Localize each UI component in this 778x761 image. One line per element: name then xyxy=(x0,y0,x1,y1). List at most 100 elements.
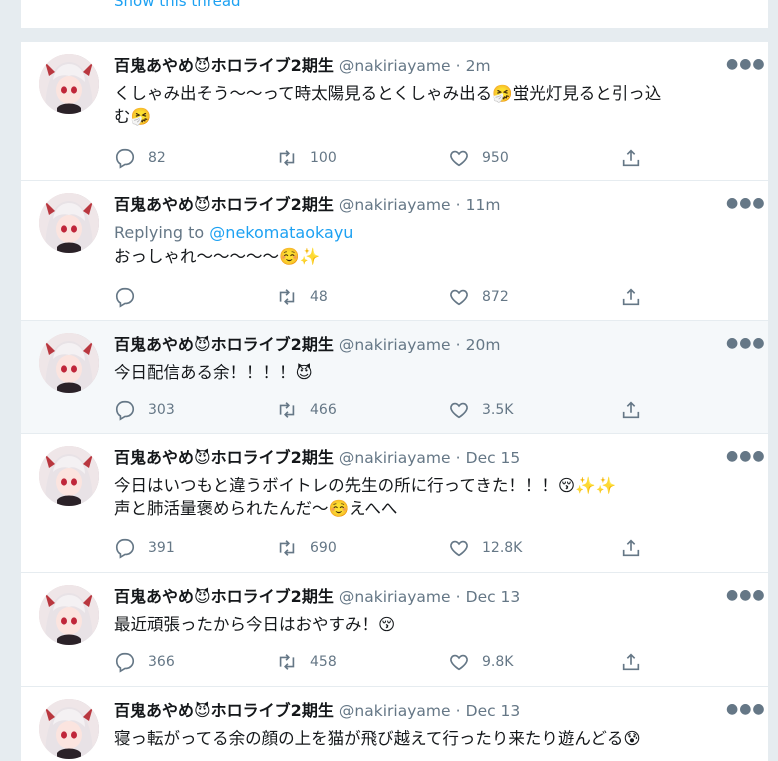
user-handle[interactable]: @nakiriayame xyxy=(339,57,451,75)
retweet-button[interactable]: 458 xyxy=(276,650,337,674)
timestamp[interactable]: Dec 13 xyxy=(466,588,521,606)
user-handle[interactable]: @nakiriayame xyxy=(339,336,451,354)
more-icon[interactable]: ●●● xyxy=(726,701,765,721)
user-handle[interactable]: @nakiriayame xyxy=(339,196,451,214)
tweet[interactable]: 百鬼あやめ😈ホロライブ2期生 @nakiriayame · 11m ●●● Re… xyxy=(21,180,768,320)
tweet-header: 百鬼あやめ😈ホロライブ2期生 @nakiriayame · Dec 13 xyxy=(114,701,520,721)
reply-icon xyxy=(115,287,135,308)
reply-button[interactable]: 391 xyxy=(114,536,175,560)
tweet-text-line: 今日はいつもと違うボイトレの先生の所に行ってきた！！！😚✨✨ xyxy=(114,476,617,495)
timestamp[interactable]: Dec 15 xyxy=(466,449,521,467)
tweet-actions: 366 458 9.8K xyxy=(114,650,674,674)
reply-count: 82 xyxy=(148,150,166,166)
reply-button[interactable]: 82 xyxy=(114,146,166,170)
timestamp[interactable]: 11m xyxy=(466,196,501,214)
tweet[interactable]: 百鬼あやめ😈ホロライブ2期生 @nakiriayame · Dec 15 ●●●… xyxy=(21,433,768,572)
avatar[interactable] xyxy=(39,585,99,645)
replying-to: Replying to @nekomataokayu xyxy=(114,221,744,245)
tweet[interactable]: 百鬼あやめ😈ホロライブ2期生 @nakiriayame · Dec 13 ●●●… xyxy=(21,686,768,761)
display-name[interactable]: 百鬼あやめ😈ホロライブ2期生 xyxy=(114,195,334,214)
tweet[interactable]: 百鬼あやめ😈ホロライブ2期生 @nakiriayame · 2m ●●● くしゃ… xyxy=(21,41,768,180)
avatar-image xyxy=(39,333,99,393)
user-handle[interactable]: @nakiriayame xyxy=(339,449,451,467)
like-button[interactable]: 12.8K xyxy=(448,536,522,560)
avatar-image xyxy=(39,54,99,114)
display-name[interactable]: 百鬼あやめ😈ホロライブ2期生 xyxy=(114,701,334,720)
timestamp[interactable]: Dec 13 xyxy=(466,702,521,720)
retweet-button[interactable]: 690 xyxy=(276,536,337,560)
like-button[interactable]: 872 xyxy=(448,285,509,309)
reply-icon xyxy=(115,538,135,559)
retweet-count: 466 xyxy=(310,402,337,418)
share-button[interactable] xyxy=(620,146,654,170)
display-name[interactable]: 百鬼あやめ😈ホロライブ2期生 xyxy=(114,56,334,75)
reply-target-link[interactable]: @nekomataokayu xyxy=(209,223,353,242)
avatar[interactable] xyxy=(39,333,99,393)
share-icon xyxy=(622,401,640,419)
show-thread-link[interactable]: Show this thread xyxy=(114,0,241,10)
tweet-header: 百鬼あやめ😈ホロライブ2期生 @nakiriayame · 20m xyxy=(114,335,500,355)
share-icon xyxy=(622,149,640,167)
tweet-text-line: 寝っ転がってる余の顔の上を猫が飛び越えて行ったり来たり遊んどる😰 xyxy=(114,729,641,748)
like-icon xyxy=(450,402,468,419)
like-icon xyxy=(450,654,468,671)
tweet[interactable]: 百鬼あやめ😈ホロライブ2期生 @nakiriayame · 20m ●●● 今日… xyxy=(21,320,768,433)
avatar[interactable] xyxy=(39,54,99,114)
display-name[interactable]: 百鬼あやめ😈ホロライブ2期生 xyxy=(114,587,334,606)
avatar-image xyxy=(39,699,99,759)
tweet-text: Replying to @nekomataokayu おっしゃれ〜〜〜〜〜☺️✨ xyxy=(114,221,744,268)
more-icon[interactable]: ●●● xyxy=(726,587,765,607)
separator-dot: · xyxy=(455,196,461,214)
retweet-button[interactable]: 48 xyxy=(276,285,328,309)
like-icon xyxy=(450,150,468,167)
share-icon xyxy=(622,539,640,557)
separator-dot: · xyxy=(455,336,461,354)
avatar-image xyxy=(39,446,99,506)
replying-to-label: Replying to xyxy=(114,223,210,242)
timestamp[interactable]: 2m xyxy=(466,57,491,75)
share-button[interactable] xyxy=(620,285,654,309)
reply-count: 366 xyxy=(148,654,175,670)
retweet-button[interactable]: 466 xyxy=(276,398,337,422)
user-handle[interactable]: @nakiriayame xyxy=(339,588,451,606)
more-icon[interactable]: ●●● xyxy=(726,335,765,355)
reply-button[interactable] xyxy=(114,285,148,309)
reply-icon xyxy=(115,400,135,421)
retweet-count: 100 xyxy=(310,150,337,166)
tweet-actions: 48 872 xyxy=(114,285,674,309)
reply-count: 303 xyxy=(148,402,175,418)
display-name[interactable]: 百鬼あやめ😈ホロライブ2期生 xyxy=(114,335,334,354)
like-count: 950 xyxy=(482,150,509,166)
like-count: 872 xyxy=(482,289,509,305)
user-handle[interactable]: @nakiriayame xyxy=(339,702,451,720)
share-button[interactable] xyxy=(620,398,654,422)
reply-button[interactable]: 303 xyxy=(114,398,175,422)
like-button[interactable]: 3.5K xyxy=(448,398,513,422)
reply-button[interactable]: 366 xyxy=(114,650,175,674)
tweet-header: 百鬼あやめ😈ホロライブ2期生 @nakiriayame · Dec 13 xyxy=(114,587,520,607)
tweet[interactable]: 百鬼あやめ😈ホロライブ2期生 @nakiriayame · Dec 13 ●●●… xyxy=(21,572,768,686)
avatar-image xyxy=(39,193,99,253)
share-icon xyxy=(622,653,640,671)
like-count: 9.8K xyxy=(482,654,514,670)
share-button[interactable] xyxy=(620,536,654,560)
more-icon[interactable]: ●●● xyxy=(726,195,765,215)
tweet-text: 最近頑張ったから今日はおやすみ！😚 xyxy=(114,613,744,636)
display-name[interactable]: 百鬼あやめ😈ホロライブ2期生 xyxy=(114,448,334,467)
share-icon xyxy=(622,288,640,306)
like-icon xyxy=(450,289,468,306)
like-button[interactable]: 950 xyxy=(448,146,509,170)
timestamp[interactable]: 20m xyxy=(466,336,501,354)
like-button[interactable]: 9.8K xyxy=(448,650,513,674)
more-icon[interactable]: ●●● xyxy=(726,448,765,468)
avatar[interactable] xyxy=(39,446,99,506)
tweet-text-line: くしゃみ出そう〜〜って時太陽見るとくしゃみ出る🤧蛍光灯見ると引っ込 xyxy=(114,84,662,103)
share-button[interactable] xyxy=(620,650,654,674)
avatar[interactable] xyxy=(39,193,99,253)
tweet-actions: 82 100 950 xyxy=(114,146,674,170)
like-icon xyxy=(450,540,468,557)
like-count: 3.5K xyxy=(482,402,514,418)
retweet-button[interactable]: 100 xyxy=(276,146,337,170)
more-icon[interactable]: ●●● xyxy=(726,56,765,76)
avatar[interactable] xyxy=(39,699,99,759)
